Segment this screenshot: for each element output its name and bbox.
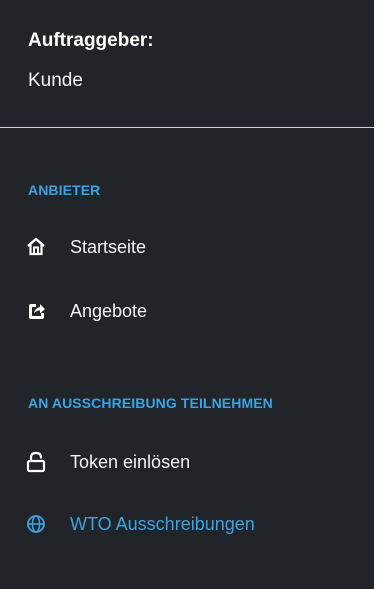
nav-item-label: Token einlösen bbox=[70, 451, 191, 472]
nav-item-token-einloesen[interactable]: Token einlösen bbox=[26, 448, 190, 476]
divider bbox=[0, 127, 374, 128]
globe-icon bbox=[26, 514, 46, 534]
client-info: Auftraggeber: Kunde bbox=[0, 0, 374, 98]
unlock-icon bbox=[26, 451, 46, 473]
nav-item-wto-ausschreibungen[interactable]: WTO Ausschreibungen bbox=[26, 510, 255, 538]
nav-item-label: Startseite bbox=[70, 236, 147, 257]
nav-item-label: WTO Ausschreibungen bbox=[70, 513, 255, 534]
nav-item-angebote[interactable]: Angebote bbox=[26, 297, 147, 325]
section-label-anbieter: ANBIETER bbox=[28, 182, 101, 198]
nav-item-label: Angebote bbox=[70, 300, 148, 321]
sidebar: Auftraggeber: Kunde ANBIETER Startseite … bbox=[0, 0, 374, 589]
nav-item-startseite[interactable]: Startseite bbox=[26, 233, 146, 261]
share-icon bbox=[26, 301, 46, 321]
client-heading: Auftraggeber: bbox=[28, 30, 154, 51]
client-name: Kunde bbox=[28, 70, 83, 91]
section-label-teilnehmen: AN AUSSCHREIBUNG TEILNEHMEN bbox=[28, 395, 273, 411]
home-icon bbox=[26, 237, 46, 257]
